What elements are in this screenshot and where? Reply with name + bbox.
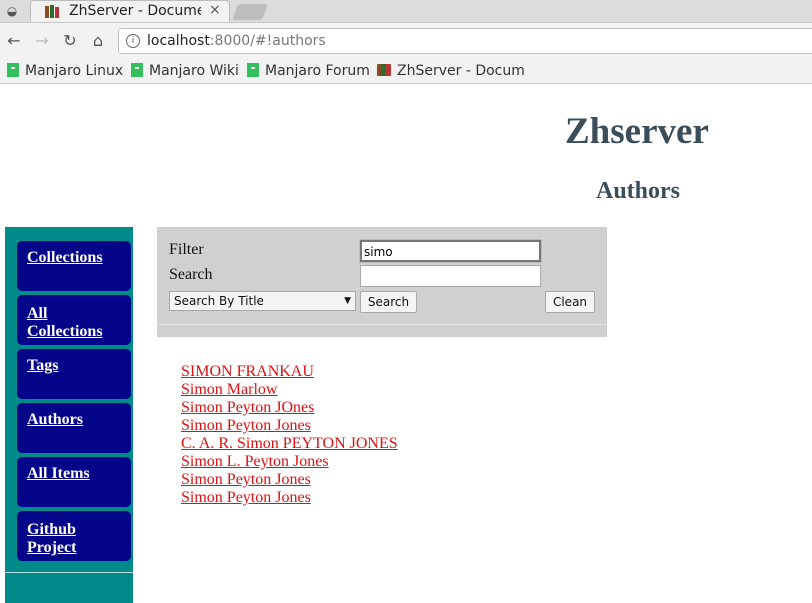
search-label: Search — [169, 266, 213, 283]
bookmark-manjaro-wiki[interactable]: Manjaro Wiki — [131, 61, 239, 81]
sidebar-item-all-collections[interactable]: All Collections — [17, 295, 131, 345]
manjaro-logo-icon — [131, 63, 143, 77]
search-button[interactable]: Search — [360, 291, 417, 313]
search-input[interactable] — [360, 265, 541, 287]
tab-title: ZhServer - Documen — [69, 3, 201, 19]
panel-divider — [157, 324, 607, 325]
sidebar-item-tags[interactable]: Tags — [17, 349, 131, 399]
address-toolbar: ← → ↻ ⌂ i localhost:8000/#!authors — [0, 23, 812, 59]
bookmarks-bar: Manjaro Linux Manjaro Wiki Manjaro Forum… — [0, 59, 812, 84]
reload-icon[interactable]: ↻ — [60, 31, 80, 51]
author-link[interactable]: Simon Marlow — [181, 381, 398, 399]
manjaro-logo-icon — [7, 63, 19, 77]
sidebar-item-github-project[interactable]: Github Project — [17, 511, 131, 561]
sidebar-divider — [5, 572, 133, 573]
bookmark-manjaro-linux[interactable]: Manjaro Linux — [7, 61, 123, 81]
dropdown-arrow-icon: ▼ — [344, 296, 351, 306]
forward-icon[interactable]: → — [32, 31, 52, 51]
sidebar-item-collections[interactable]: Collections — [17, 241, 131, 291]
new-tab-button[interactable] — [232, 4, 268, 20]
bookmark-zhserver[interactable]: ZhServer - Docum — [377, 61, 525, 81]
books-icon — [45, 5, 59, 18]
sidebar-item-label[interactable]: All Items — [27, 465, 121, 483]
page-title: Authors — [596, 178, 681, 204]
sidebar-item-label[interactable]: Collections — [27, 249, 121, 267]
filter-input[interactable]: simo — [360, 240, 541, 262]
books-icon — [377, 64, 391, 76]
author-link[interactable]: SIMON FRANKAU — [181, 363, 398, 381]
incognito-icon: ◒ — [6, 4, 18, 18]
sidebar-item-all-items[interactable]: All Items — [17, 457, 131, 507]
sidebar-item-label[interactable]: Tags — [27, 357, 121, 375]
author-link[interactable]: C. A. R. Simon PEYTON JONES — [181, 435, 398, 453]
filter-label: Filter — [169, 241, 204, 258]
back-icon[interactable]: ← — [4, 31, 24, 51]
sidebar-item-label[interactable]: Authors — [27, 411, 121, 429]
author-link[interactable]: Simon Peyton Jones — [181, 489, 398, 507]
url-bar[interactable]: i localhost:8000/#!authors — [118, 28, 812, 54]
sidebar-item-label[interactable]: Github Project — [27, 521, 121, 557]
tab-close-icon[interactable]: × — [209, 2, 221, 18]
search-mode-select[interactable]: Search By Title ▼ — [169, 291, 356, 311]
filter-panel: Filter simo Search Search By Title ▼ Sea… — [157, 227, 607, 337]
author-list: SIMON FRANKAU Simon Marlow Simon Peyton … — [181, 363, 398, 507]
author-link[interactable]: Simon Peyton Jones — [181, 471, 398, 489]
sidebar-item-label[interactable]: All Collections — [27, 305, 121, 341]
author-link[interactable]: Simon Peyton Jones — [181, 417, 398, 435]
clean-button[interactable]: Clean — [545, 291, 595, 313]
site-title: Zhserver — [565, 111, 709, 152]
author-link[interactable]: Simon Peyton JOnes — [181, 399, 398, 417]
author-link[interactable]: Simon L. Peyton Jones — [181, 453, 398, 471]
search-mode-value: Search By Title — [174, 294, 264, 308]
sidebar-item-authors[interactable]: Authors — [17, 403, 131, 453]
home-icon[interactable]: ⌂ — [88, 31, 108, 51]
sidebar: Collections All Collections Tags Authors… — [5, 227, 133, 603]
tab-strip: ◒ ZhServer - Documen × — [0, 0, 812, 23]
manjaro-logo-icon — [247, 63, 259, 77]
url-text: localhost:8000/#!authors — [147, 33, 326, 49]
browser-tab[interactable]: ZhServer - Documen × — [30, 0, 230, 22]
info-icon[interactable]: i — [126, 34, 140, 48]
bookmark-manjaro-forum[interactable]: Manjaro Forum — [247, 61, 370, 81]
